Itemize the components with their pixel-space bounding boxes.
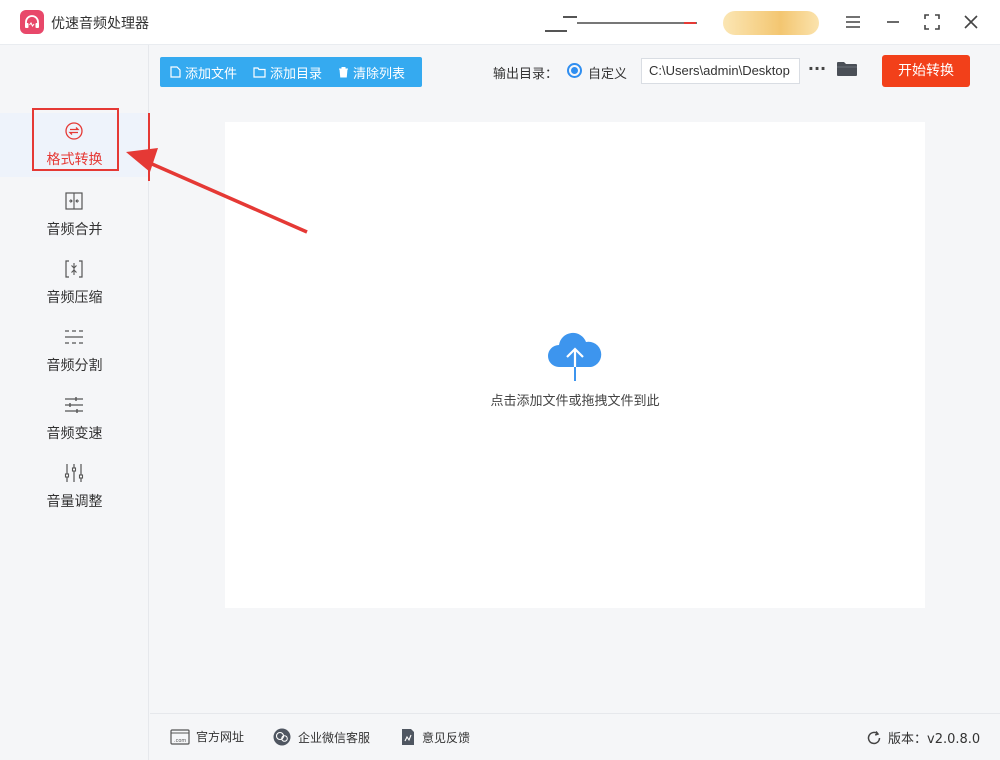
clear-list-label: 清除列表: [353, 66, 406, 82]
website-label: 官方网址: [196, 730, 245, 744]
more-options-button[interactable]: ···: [807, 58, 827, 84]
sidebar-item-label: 音频合并: [46, 222, 103, 238]
feedback-link[interactable]: 意见反馈: [400, 728, 470, 746]
folder-outline-icon: [253, 66, 266, 78]
custom-radio[interactable]: [567, 63, 582, 78]
active-indicator: [148, 113, 150, 181]
cloud-upload-icon: [548, 332, 602, 381]
file-icon: [170, 66, 181, 78]
sidebar-item-speed[interactable]: 音频变速: [0, 387, 149, 451]
custom-radio-label: 自定义: [588, 67, 628, 82]
app-title: 优速音频处理器: [51, 16, 149, 32]
merge-icon: [65, 192, 83, 210]
vip-badge[interactable]: [723, 11, 819, 35]
sidebar: 格式转换 音频合并 音频压缩 音频分割 音频变速 音量调整: [0, 45, 150, 760]
format-convert-icon: [65, 122, 83, 140]
file-drop-zone[interactable]: 点击添加文件或拖拽文件到此: [225, 122, 925, 608]
wechat-icon: [273, 728, 291, 746]
open-folder-icon[interactable]: [836, 60, 860, 82]
wechat-service-link[interactable]: 企业微信客服: [272, 728, 370, 746]
toolbar: 添加文件 添加目录 清除列表: [160, 57, 422, 87]
sidebar-item-split[interactable]: 音频分割: [0, 319, 149, 383]
sidebar-item-label: 音量调整: [46, 494, 103, 510]
start-convert-button[interactable]: 开始转换: [882, 55, 970, 87]
footer: .com 官方网址 企业微信客服 意见反馈 版本：v2.0.8.0: [150, 713, 1000, 760]
website-link[interactable]: .com 官方网址: [170, 728, 244, 745]
refresh-icon[interactable]: [866, 730, 882, 746]
website-icon: .com: [170, 728, 190, 745]
promo-text-blurred[interactable]: [545, 13, 697, 33]
sidebar-item-label: 音频变速: [46, 426, 103, 442]
clear-list-button[interactable]: 清除列表: [338, 63, 405, 82]
title-bar: 优速音频处理器: [0, 0, 1000, 45]
wechat-label: 企业微信客服: [298, 730, 371, 745]
add-folder-button[interactable]: 添加目录: [253, 63, 322, 82]
sidebar-item-merge[interactable]: 音频合并: [0, 183, 149, 247]
app-logo-icon: [20, 10, 44, 34]
sidebar-item-volume[interactable]: 音量调整: [0, 455, 149, 519]
sidebar-item-compress[interactable]: 音频压缩: [0, 251, 149, 315]
sidebar-item-format-convert[interactable]: 格式转换: [0, 113, 150, 181]
feedback-icon: [402, 729, 414, 745]
sidebar-item-label: 格式转换: [46, 152, 103, 168]
minimize-icon[interactable]: [880, 9, 906, 35]
trash-icon: [339, 67, 349, 78]
svg-text:.com: .com: [174, 738, 186, 744]
output-dir-label: 输出目录：: [493, 67, 559, 82]
drop-hint-text: 点击添加文件或拖拽文件到此: [490, 394, 660, 409]
split-icon: [65, 330, 83, 344]
add-file-label: 添加文件: [185, 66, 238, 82]
maximize-icon[interactable]: [919, 9, 945, 35]
menu-icon[interactable]: [840, 9, 866, 35]
output-path-field[interactable]: C:\Users\admin\Desktop: [641, 58, 800, 84]
compress-icon: [65, 260, 83, 278]
sidebar-item-label: 音频压缩: [46, 290, 103, 306]
speed-icon: [65, 397, 83, 413]
feedback-label: 意见反馈: [422, 730, 471, 745]
version-info: 版本：v2.0.8.0: [866, 728, 980, 747]
version-label: 版本：v2.0.8.0: [888, 732, 981, 747]
add-file-button[interactable]: 添加文件: [170, 63, 237, 82]
volume-icon: [64, 464, 84, 482]
close-icon[interactable]: [958, 9, 984, 35]
add-folder-label: 添加目录: [270, 66, 323, 82]
sidebar-item-label: 音频分割: [46, 358, 103, 374]
